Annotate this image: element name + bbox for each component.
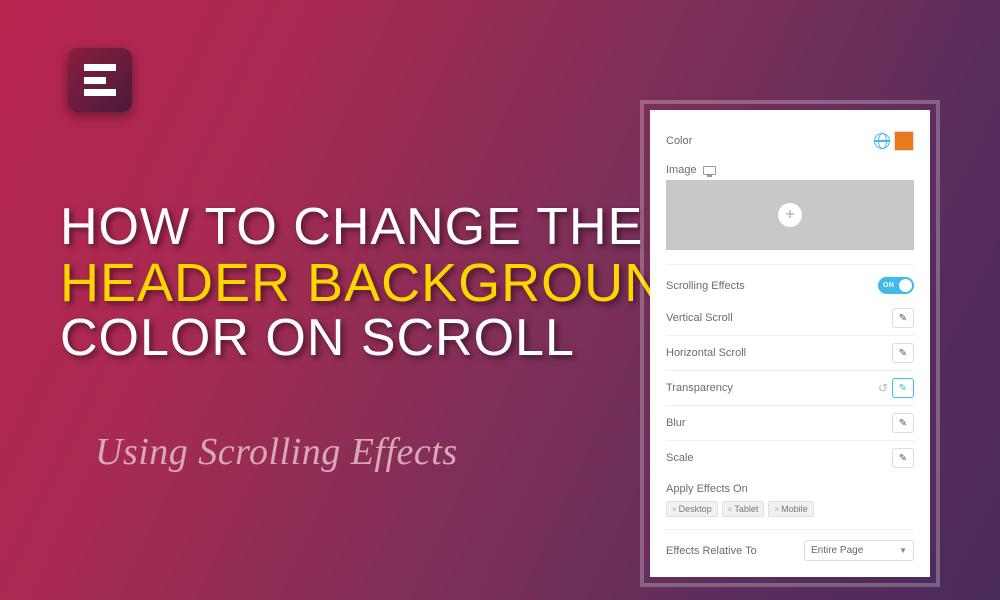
vertical-scroll-edit-button[interactable]: ✎ (892, 308, 914, 328)
tag-tablet[interactable]: ×Tablet (722, 501, 765, 517)
global-color-icon[interactable] (874, 133, 890, 149)
scrolling-effects-label: Scrolling Effects (666, 280, 745, 292)
scale-row: Scale ✎ (666, 441, 914, 475)
transparency-edit-button[interactable]: ✎ (892, 378, 914, 398)
effects-relative-label: Effects Relative To (666, 545, 757, 557)
scale-label: Scale (666, 452, 694, 464)
settings-panel-frame: Color Image + Scrolling Effects ON Verti… (640, 100, 940, 587)
toggle-knob (899, 279, 912, 292)
select-value: Entire Page (811, 545, 863, 556)
title-line-3: Color on Scroll (60, 311, 704, 366)
tag-desktop[interactable]: ×Desktop (666, 501, 718, 517)
transparency-row: Transparency ↺ ✎ (666, 371, 914, 406)
remove-tag-icon: × (728, 505, 733, 514)
apply-effects-label: Apply Effects On (666, 475, 914, 501)
blur-row: Blur ✎ (666, 406, 914, 441)
effects-relative-row: Effects Relative To Entire Page ▼ (666, 530, 914, 561)
pencil-icon: ✎ (899, 313, 907, 324)
remove-tag-icon: × (672, 505, 677, 514)
horizontal-scroll-row: Horizontal Scroll ✎ (666, 336, 914, 371)
settings-panel: Color Image + Scrolling Effects ON Verti… (650, 110, 930, 577)
toggle-on-label: ON (883, 282, 894, 289)
transparency-label: Transparency (666, 382, 733, 394)
horizontal-scroll-label: Horizontal Scroll (666, 347, 746, 359)
image-row-label: Image (666, 158, 914, 180)
hero-title: How to change the Header Background Colo… (60, 200, 704, 366)
horizontal-scroll-edit-button[interactable]: ✎ (892, 343, 914, 363)
elementor-logo (68, 48, 132, 112)
add-image-icon: + (778, 203, 802, 227)
pencil-icon: ✎ (899, 453, 907, 464)
logo-glyph (84, 64, 116, 96)
color-swatch[interactable] (894, 131, 914, 151)
scrolling-effects-row: Scrolling Effects ON (666, 270, 914, 301)
color-label: Color (666, 135, 692, 147)
tag-mobile[interactable]: ×Mobile (768, 501, 813, 517)
color-row: Color (666, 124, 914, 158)
chevron-down-icon: ▼ (899, 546, 907, 555)
color-control (874, 131, 914, 151)
apply-effects-tags: ×Desktop ×Tablet ×Mobile (666, 501, 914, 530)
effects-relative-select[interactable]: Entire Page ▼ (804, 540, 914, 561)
hero-subtitle: Using Scrolling Effects (95, 430, 458, 474)
remove-tag-icon: × (774, 505, 779, 514)
vertical-scroll-label: Vertical Scroll (666, 312, 733, 324)
title-line-2: Header Background (60, 255, 704, 312)
blur-edit-button[interactable]: ✎ (892, 413, 914, 433)
pencil-icon: ✎ (899, 348, 907, 359)
vertical-scroll-row: Vertical Scroll ✎ (666, 301, 914, 336)
pencil-icon: ✎ (899, 383, 907, 394)
scrolling-effects-toggle[interactable]: ON (878, 277, 914, 294)
image-label: Image (666, 164, 697, 176)
image-upload-area[interactable]: + (666, 180, 914, 250)
scale-edit-button[interactable]: ✎ (892, 448, 914, 468)
reset-icon[interactable]: ↺ (878, 381, 888, 395)
responsive-device-icon[interactable] (703, 166, 716, 175)
title-line-1: How to change the (60, 200, 704, 255)
pencil-icon: ✎ (899, 418, 907, 429)
blur-label: Blur (666, 417, 686, 429)
